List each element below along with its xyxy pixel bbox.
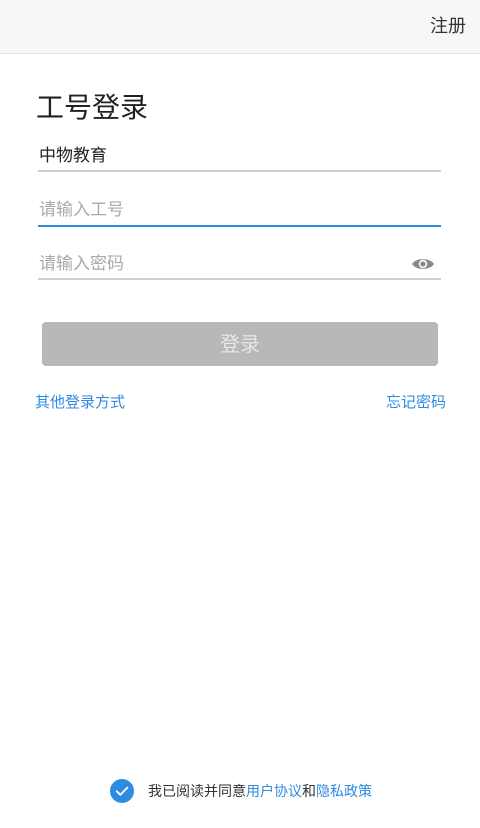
check-circle-icon[interactable] [110,779,134,803]
agreement-prefix: 我已阅读并同意 [148,784,246,800]
forgot-password-link[interactable]: 忘记密码 [386,391,446,413]
register-button[interactable]: 注册 [430,14,466,40]
agreement-conjunction: 和 [302,784,316,800]
employee-id-input[interactable] [38,197,399,223]
password-field[interactable] [38,251,441,280]
organization-value: 中物教育 [39,146,107,166]
agreement-row: 我已阅读并同意 用户协议和隐私政策 [110,778,372,804]
top-bar: 注册 [0,0,480,54]
other-login-methods-link[interactable]: 其他登录方式 [35,391,125,413]
privacy-policy-link[interactable]: 隐私政策 [316,781,372,801]
password-input[interactable] [38,251,399,277]
page-title: 工号登录 [36,91,149,124]
employee-id-field[interactable] [38,197,441,227]
login-button[interactable]: 登录 [42,322,438,366]
eye-icon[interactable] [411,256,435,272]
organization-field[interactable]: 中物教育 [38,143,441,172]
user-agreement-link[interactable]: 用户协议 [246,781,302,801]
